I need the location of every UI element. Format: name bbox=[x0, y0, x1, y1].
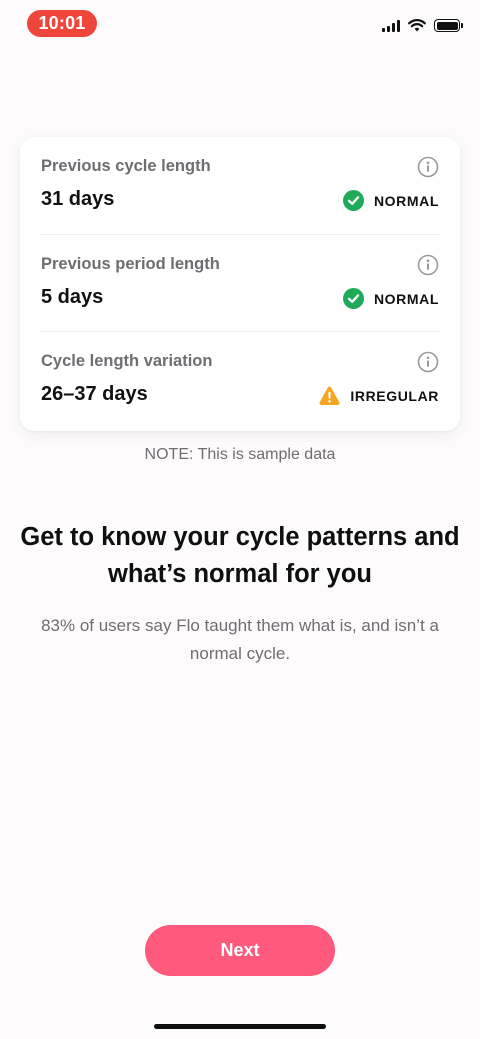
wifi-icon bbox=[408, 19, 426, 32]
check-circle-icon bbox=[342, 288, 364, 309]
next-button[interactable]: Next bbox=[145, 925, 335, 976]
status-text: NORMAL bbox=[373, 290, 439, 307]
metric-row-period-length: Previous period length 5 days NORMAL bbox=[41, 234, 439, 331]
status-icons bbox=[382, 19, 463, 32]
metric-value: 31 days bbox=[41, 188, 115, 210]
home-indicator[interactable] bbox=[154, 1024, 326, 1029]
status-badge: IRREGULAR bbox=[319, 385, 439, 406]
status-text: NORMAL bbox=[373, 192, 439, 209]
status-bar: 10:01 bbox=[0, 0, 480, 50]
check-circle-icon bbox=[342, 190, 364, 211]
metric-row-cycle-length: Previous cycle length 31 days NORMAL bbox=[41, 137, 439, 234]
page-title: Get to know your cycle patterns and what… bbox=[20, 523, 460, 588]
metric-label: Previous cycle length bbox=[41, 157, 211, 175]
metric-label: Cycle length variation bbox=[41, 352, 213, 370]
info-icon[interactable] bbox=[417, 351, 439, 373]
page-subtitle: 83% of users say Flo taught them what is… bbox=[41, 616, 439, 663]
info-icon[interactable] bbox=[417, 156, 439, 178]
metric-value: 26–37 days bbox=[41, 383, 148, 405]
metric-value: 5 days bbox=[41, 286, 104, 308]
status-badge: NORMAL bbox=[342, 190, 439, 211]
cellular-signal-icon bbox=[382, 19, 400, 32]
sample-data-note: NOTE: This is sample data bbox=[144, 446, 336, 463]
status-badge: NORMAL bbox=[342, 288, 439, 309]
status-text: IRREGULAR bbox=[350, 387, 439, 404]
battery-icon bbox=[434, 19, 463, 32]
status-time[interactable]: 10:01 bbox=[27, 10, 97, 37]
metric-row-cycle-variation: Cycle length variation 26–37 days IRREGU… bbox=[41, 331, 439, 428]
warning-triangle-icon bbox=[319, 386, 340, 405]
info-icon[interactable] bbox=[417, 254, 439, 276]
cycle-summary-card: Previous cycle length 31 days NORMAL Pre… bbox=[20, 137, 460, 431]
metric-label: Previous period length bbox=[41, 255, 220, 273]
onboarding-screen: 10:01 Previous cycle length 31 days NORM… bbox=[0, 0, 480, 1039]
